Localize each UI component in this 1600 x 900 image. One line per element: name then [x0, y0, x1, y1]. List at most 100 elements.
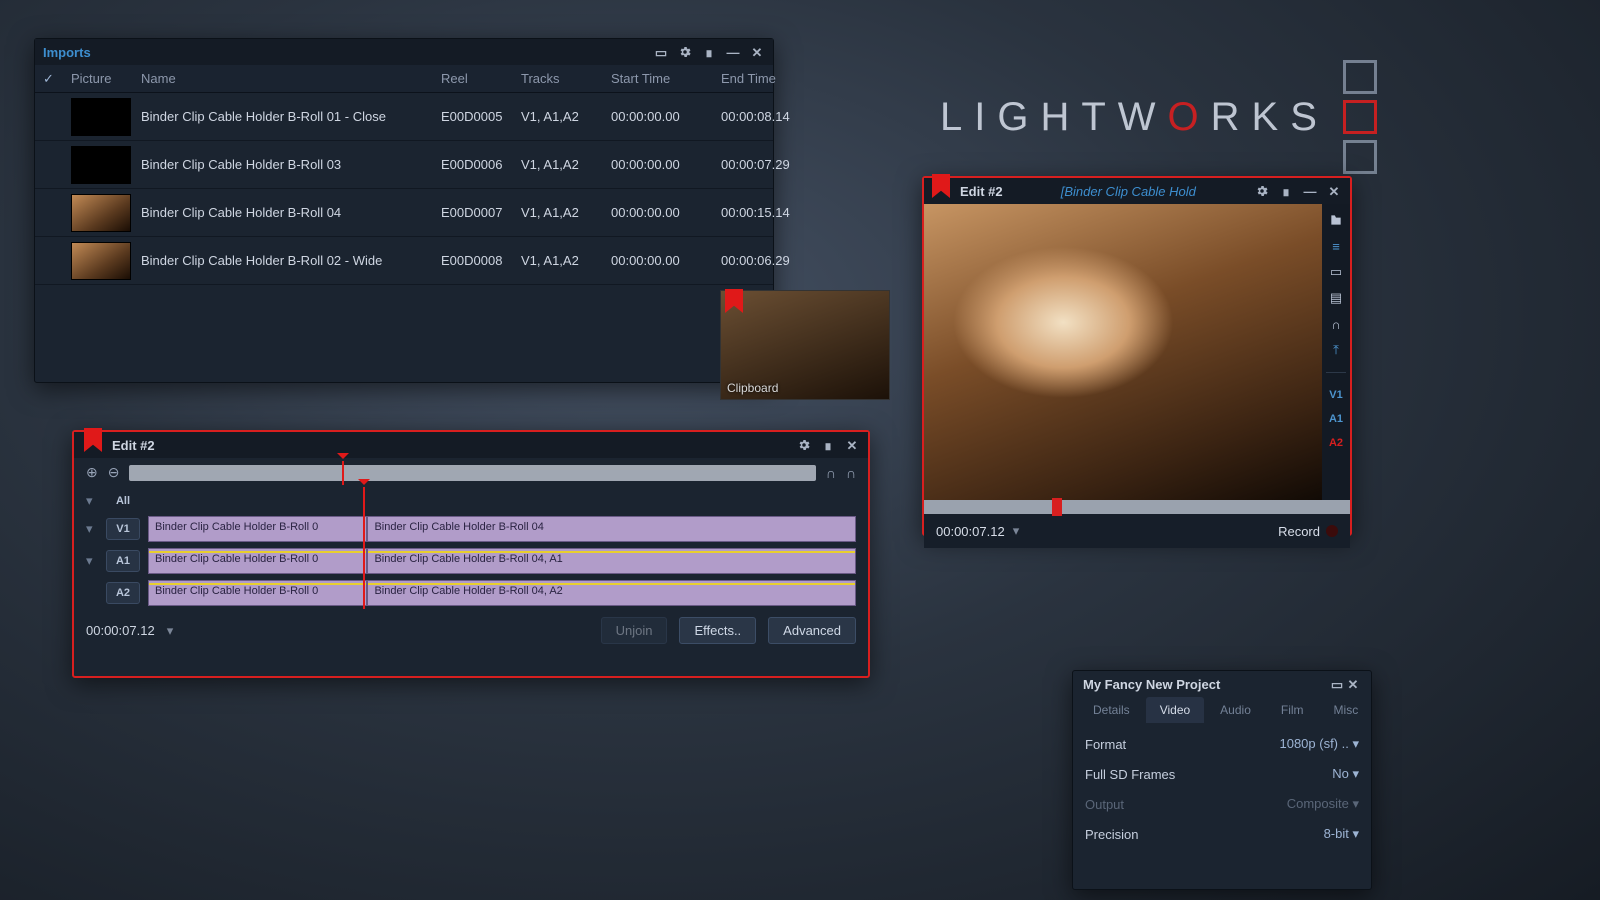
- timeline-clip[interactable]: Binder Clip Cable Holder B-Roll 04, A1: [367, 548, 856, 574]
- col-end[interactable]: End Time: [721, 71, 831, 86]
- timeline-clip[interactable]: Binder Clip Cable Holder B-Roll 04, A2: [367, 580, 856, 606]
- col-reel[interactable]: Reel: [441, 71, 521, 86]
- bookmark-icon: [725, 289, 743, 313]
- project-settings-panel: My Fancy New Project ▭ ✕ DetailsVideoAud…: [1072, 670, 1372, 890]
- timeline-clip[interactable]: Binder Clip Cable Holder B-Roll 04: [367, 516, 856, 542]
- headphones-icon[interactable]: ∩: [1327, 316, 1345, 332]
- viewer-scrubber[interactable]: [924, 500, 1350, 514]
- clip-reel: E00D0006: [441, 157, 521, 172]
- effects-button[interactable]: Effects..: [679, 617, 756, 644]
- settings-icon[interactable]: [1254, 184, 1270, 198]
- imports-row[interactable]: Binder Clip Cable Holder B-Roll 04E00D00…: [35, 189, 773, 237]
- pin-icon[interactable]: ∎: [701, 45, 717, 59]
- tab-misc[interactable]: Misc: [1320, 697, 1373, 723]
- lane-a1[interactable]: Binder Clip Cable Holder B-Roll 0Binder …: [148, 548, 856, 574]
- settings-icon[interactable]: [677, 45, 693, 59]
- clip-start: 00:00:00.00: [611, 157, 721, 172]
- mark-in-icon[interactable]: ∩: [826, 465, 836, 481]
- clip-thumbnail: [71, 242, 131, 280]
- clip-thumbnail: [71, 146, 131, 184]
- project-setting-row[interactable]: Full SD FramesNo ▾: [1085, 759, 1359, 789]
- project-setting-row[interactable]: Precision8-bit ▾: [1085, 819, 1359, 849]
- pin-icon[interactable]: ∎: [1278, 184, 1294, 198]
- track-button-a1[interactable]: A1: [106, 550, 140, 572]
- film-icon[interactable]: ▤: [1327, 290, 1345, 306]
- viewer-timecode[interactable]: 00:00:07.12: [936, 524, 1005, 539]
- record-label[interactable]: Record: [1278, 524, 1320, 539]
- imports-title: Imports: [43, 45, 91, 60]
- pin-icon[interactable]: ∎: [820, 438, 836, 452]
- col-start[interactable]: Start Time: [611, 71, 721, 86]
- advanced-button[interactable]: Advanced: [768, 617, 856, 644]
- tab-details[interactable]: Details: [1079, 697, 1144, 723]
- minimize-icon[interactable]: —: [1302, 184, 1318, 198]
- app-logo: LIGHTWORKS: [940, 60, 1377, 174]
- timeline-clip[interactable]: Binder Clip Cable Holder B-Roll 0: [148, 516, 367, 542]
- tab-audio[interactable]: Audio: [1206, 697, 1265, 723]
- close-icon[interactable]: ✕: [1326, 184, 1342, 198]
- clip-name: Binder Clip Cable Holder B-Roll 01 - Clo…: [141, 109, 441, 124]
- zoom-in-icon[interactable]: ⊕: [86, 464, 98, 481]
- timeline-playhead[interactable]: [363, 487, 365, 609]
- timeline-clip[interactable]: Binder Clip Cable Holder B-Roll 0: [148, 548, 367, 574]
- imports-row[interactable]: Binder Clip Cable Holder B-Roll 01 - Clo…: [35, 93, 773, 141]
- clip-tracks: V1, A1,A2: [521, 109, 611, 124]
- col-name[interactable]: Name: [141, 71, 441, 86]
- imports-row[interactable]: Binder Clip Cable Holder B-Roll 02 - Wid…: [35, 237, 773, 285]
- list-icon[interactable]: ≡: [1327, 238, 1345, 254]
- imports-row[interactable]: Binder Clip Cable Holder B-Roll 03E00D00…: [35, 141, 773, 189]
- minimize-icon[interactable]: —: [725, 45, 741, 59]
- clipboard-clip[interactable]: Clipboard: [720, 290, 890, 400]
- timeline-clip[interactable]: Binder Clip Cable Holder B-Roll 0: [148, 580, 367, 606]
- clip-thumbnail: [71, 194, 131, 232]
- setting-value[interactable]: 8-bit ▾: [1324, 826, 1359, 842]
- timeline-panel: Edit #2 ∎ ✕ ⊕ ⊖ ∩ ∩ ▾ All ▾ V1 Binder Cl…: [72, 430, 870, 678]
- setting-value[interactable]: 1080p (sf) .. ▾: [1279, 736, 1359, 752]
- zoom-out-icon[interactable]: ⊖: [108, 464, 120, 481]
- clip-end: 00:00:06.29: [721, 253, 831, 268]
- col-tracks[interactable]: Tracks: [521, 71, 611, 86]
- track-a2-toggle[interactable]: A2: [1329, 437, 1343, 449]
- viewer-titlebar[interactable]: Edit #2 [Binder Clip Cable Hold ∎ — ✕: [924, 178, 1350, 204]
- viewer-playhead[interactable]: [1052, 498, 1062, 516]
- folder-icon[interactable]: [1327, 212, 1345, 228]
- video-preview[interactable]: [924, 204, 1322, 500]
- lane-v1[interactable]: Binder Clip Cable Holder B-Roll 0Binder …: [148, 516, 856, 542]
- imports-titlebar[interactable]: Imports ▭ ∎ — ✕: [35, 39, 773, 65]
- track-button-v1[interactable]: V1: [106, 518, 140, 540]
- export-icon[interactable]: ⤒: [1327, 342, 1345, 358]
- monitor-icon[interactable]: ▭: [1327, 264, 1345, 280]
- view-mode-icon[interactable]: ▭: [653, 45, 669, 59]
- collapse-icon[interactable]: ▾: [86, 521, 98, 537]
- timeline-timecode[interactable]: 00:00:07.12: [86, 623, 155, 638]
- settings-icon[interactable]: [796, 438, 812, 452]
- collapse-icon[interactable]: ▾: [86, 493, 98, 509]
- track-v1-toggle[interactable]: V1: [1329, 389, 1342, 401]
- record-dot-icon[interactable]: [1326, 525, 1338, 537]
- track-button-all[interactable]: All: [106, 490, 140, 512]
- logo-text-pre: LIGHTW: [940, 95, 1168, 139]
- close-icon[interactable]: ✕: [749, 45, 765, 59]
- close-icon[interactable]: ✕: [844, 438, 860, 452]
- clip-start: 00:00:00.00: [611, 205, 721, 220]
- timeline-titlebar[interactable]: Edit #2 ∎ ✕: [74, 432, 868, 458]
- viewer-clip-name: [Binder Clip Cable Hold: [1061, 184, 1196, 199]
- clip-thumbnail: [71, 98, 131, 136]
- ruler-playhead[interactable]: [342, 461, 344, 485]
- tab-film[interactable]: Film: [1267, 697, 1318, 723]
- lane-a2[interactable]: Binder Clip Cable Holder B-Roll 0Binder …: [148, 580, 856, 606]
- project-tabs: DetailsVideoAudioFilmMisc: [1073, 697, 1371, 723]
- close-icon[interactable]: ✕: [1345, 677, 1361, 691]
- setting-value[interactable]: No ▾: [1332, 766, 1359, 782]
- col-check[interactable]: ✓: [43, 71, 71, 87]
- track-a1-toggle[interactable]: A1: [1329, 413, 1343, 425]
- track-button-a2[interactable]: A2: [106, 582, 140, 604]
- project-titlebar[interactable]: My Fancy New Project ▭ ✕: [1073, 671, 1371, 697]
- collapse-icon[interactable]: ▾: [86, 553, 98, 569]
- mark-out-icon[interactable]: ∩: [846, 465, 856, 481]
- imports-panel: Imports ▭ ∎ — ✕ ✓ Picture Name Reel Trac…: [34, 38, 774, 383]
- tab-video[interactable]: Video: [1146, 697, 1204, 723]
- timeline-ruler[interactable]: [129, 465, 815, 481]
- project-setting-row[interactable]: Format1080p (sf) .. ▾: [1085, 729, 1359, 759]
- col-picture[interactable]: Picture: [71, 71, 141, 86]
